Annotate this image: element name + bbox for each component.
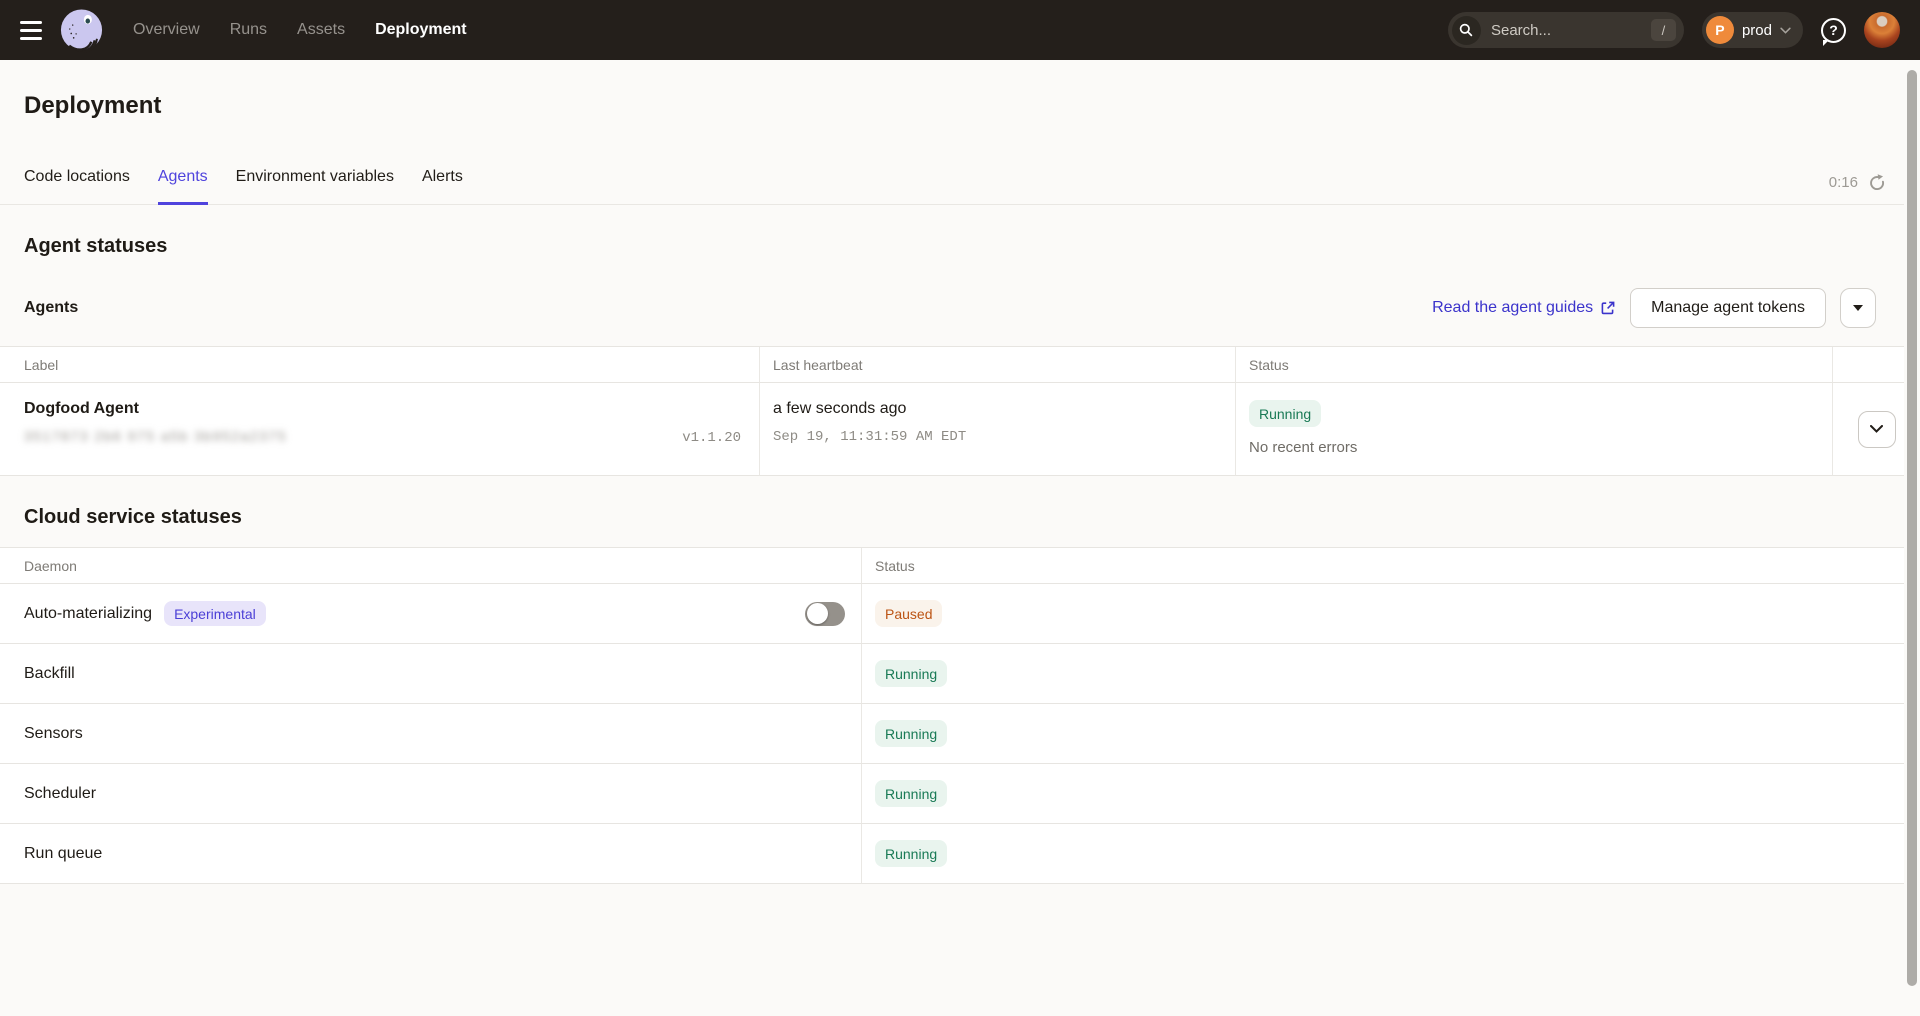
status-badge: Running bbox=[875, 780, 947, 807]
help-icon[interactable]: ? bbox=[1821, 18, 1846, 43]
search-shortcut-key: / bbox=[1651, 19, 1676, 41]
scrollbar-thumb[interactable] bbox=[1907, 70, 1917, 986]
page-title: Deployment bbox=[24, 92, 1920, 120]
agents-table: Label Last heartbeat Status Dogfood Agen… bbox=[0, 346, 1920, 476]
org-name: prod bbox=[1742, 22, 1772, 39]
agents-col-heartbeat: Last heartbeat bbox=[760, 347, 1236, 383]
help-question-glyph: ? bbox=[1829, 22, 1838, 38]
experimental-tag: Experimental bbox=[164, 601, 266, 626]
agent-statuses-heading: Agent statuses bbox=[24, 235, 1896, 258]
daemon-name: Sensors bbox=[24, 725, 83, 743]
heartbeat-relative: a few seconds ago bbox=[773, 400, 1235, 418]
agents-toolbar: Agents Read the agent guides Manage agen… bbox=[24, 288, 1876, 328]
agent-expand-button[interactable] bbox=[1858, 411, 1896, 448]
search-input[interactable] bbox=[1491, 22, 1651, 39]
agent-id-masked: 3517873 2b6 975 a5b 3b952a2375 bbox=[24, 428, 287, 444]
daemon-cell: Backfill bbox=[0, 644, 862, 704]
tab-alerts[interactable]: Alerts bbox=[422, 144, 463, 204]
agent-guides-link-label: Read the agent guides bbox=[1432, 299, 1593, 317]
deployment-tab-bar: Code locations Agents Environment variab… bbox=[0, 144, 1920, 205]
toggle-knob bbox=[807, 603, 828, 624]
daemon-cell: Auto-materializing Experimental bbox=[0, 584, 862, 644]
vertical-scrollbar[interactable] bbox=[1904, 60, 1920, 1016]
search-box[interactable]: / bbox=[1448, 12, 1684, 48]
agent-heartbeat-cell: a few seconds ago Sep 19, 11:31:59 AM ED… bbox=[760, 383, 1236, 476]
chevron-down-icon bbox=[1780, 27, 1791, 34]
agents-more-actions-button[interactable] bbox=[1840, 288, 1876, 328]
refresh-countdown: 0:16 bbox=[1829, 174, 1858, 191]
daemon-cell: Scheduler bbox=[0, 764, 862, 824]
daemon-status-cell: Running bbox=[862, 644, 1920, 704]
agents-subheading: Agents bbox=[24, 299, 78, 317]
agent-status-note: No recent errors bbox=[1249, 439, 1832, 456]
agent-status-cell: Running No recent errors bbox=[1236, 383, 1833, 476]
top-navbar: Overview Runs Assets Deployment / P prod… bbox=[0, 0, 1920, 60]
cloud-services-table: Daemon Status Auto-materializing Experim… bbox=[0, 547, 1920, 884]
caret-down-icon bbox=[1853, 305, 1863, 311]
external-link-icon bbox=[1600, 300, 1616, 316]
agent-label-cell: Dogfood Agent 3517873 2b6 975 a5b 3b952a… bbox=[0, 383, 760, 476]
cloud-col-status: Status bbox=[862, 548, 1920, 584]
tab-agents[interactable]: Agents bbox=[158, 144, 208, 204]
status-badge: Running bbox=[875, 720, 947, 747]
hamburger-menu-icon[interactable] bbox=[20, 17, 46, 43]
org-initial-badge: P bbox=[1706, 16, 1734, 44]
daemon-status-cell: Running bbox=[862, 704, 1920, 764]
daemon-name: Auto-materializing bbox=[24, 605, 152, 623]
manage-agent-tokens-button[interactable]: Manage agent tokens bbox=[1630, 288, 1826, 328]
agents-col-label: Label bbox=[0, 347, 760, 383]
daemon-status-cell: Running bbox=[862, 824, 1920, 884]
daemon-cell: Sensors bbox=[0, 704, 862, 764]
heartbeat-timestamp: Sep 19, 11:31:59 AM EDT bbox=[773, 429, 1235, 445]
status-badge: Running bbox=[1249, 400, 1321, 427]
nav-item-overview[interactable]: Overview bbox=[133, 21, 200, 39]
status-badge: Paused bbox=[875, 600, 942, 627]
daemon-status-cell: Running bbox=[862, 764, 1920, 824]
primary-nav: Overview Runs Assets Deployment bbox=[133, 21, 467, 39]
daemon-name: Backfill bbox=[24, 665, 75, 683]
agent-guides-link[interactable]: Read the agent guides bbox=[1432, 299, 1616, 317]
tab-environment-variables[interactable]: Environment variables bbox=[236, 144, 394, 204]
status-badge: Running bbox=[875, 840, 947, 867]
nav-item-deployment[interactable]: Deployment bbox=[375, 21, 467, 39]
nav-item-runs[interactable]: Runs bbox=[230, 21, 267, 39]
status-badge: Running bbox=[875, 660, 947, 687]
nav-item-assets[interactable]: Assets bbox=[297, 21, 345, 39]
daemon-name: Scheduler bbox=[24, 785, 96, 803]
navbar-right-group: / P prod ? bbox=[1448, 12, 1900, 48]
daemon-cell: Run queue bbox=[0, 824, 862, 884]
refresh-icon[interactable] bbox=[1867, 173, 1886, 192]
daemon-name: Run queue bbox=[24, 845, 102, 863]
search-icon bbox=[1452, 16, 1481, 45]
tab-code-locations[interactable]: Code locations bbox=[24, 144, 130, 204]
agent-name: Dogfood Agent bbox=[24, 400, 759, 418]
agent-version: v1.1.20 bbox=[682, 430, 741, 446]
org-switcher[interactable]: P prod bbox=[1702, 12, 1803, 48]
cloud-service-statuses-heading: Cloud service statuses bbox=[24, 506, 1896, 529]
auto-materializing-toggle[interactable] bbox=[805, 602, 845, 626]
cloud-col-daemon: Daemon bbox=[0, 548, 862, 584]
dagster-logo-icon[interactable] bbox=[58, 7, 105, 54]
user-avatar[interactable] bbox=[1864, 12, 1900, 48]
agents-col-status: Status bbox=[1236, 347, 1833, 383]
daemon-status-cell: Paused bbox=[862, 584, 1920, 644]
chevron-down-icon bbox=[1870, 425, 1883, 433]
